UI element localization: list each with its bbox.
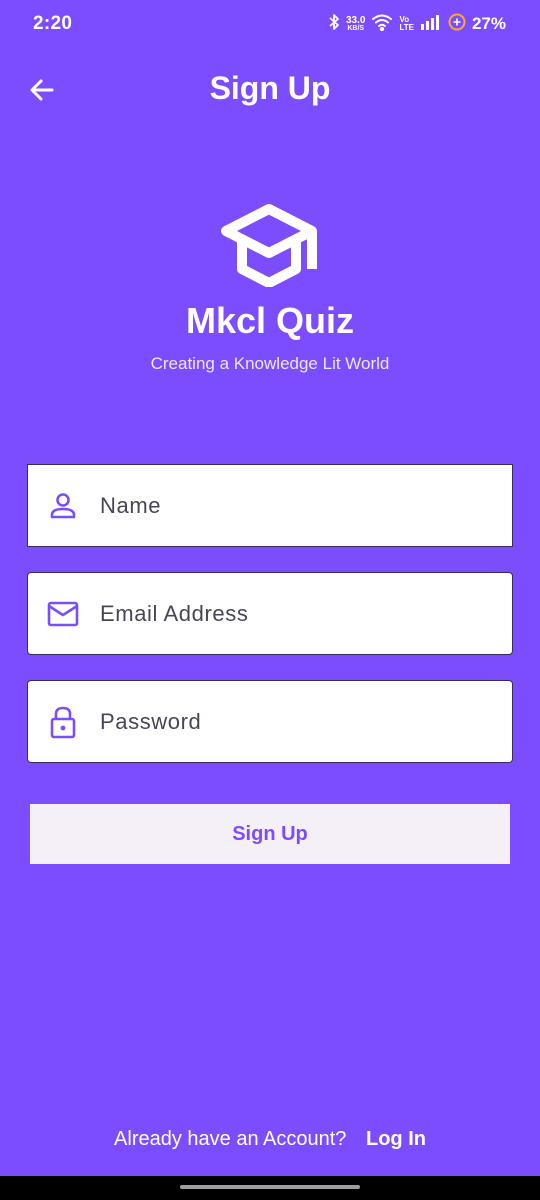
- net-speed-value: 33.0: [345, 14, 366, 26]
- lock-icon: [46, 705, 80, 739]
- login-prompt: Already have an Account? Log In: [0, 1128, 540, 1151]
- signal-icon: [420, 14, 442, 35]
- status-icons: 33.0 KB/S Vo LTE 27%: [328, 13, 506, 35]
- login-question: Already have an Account?: [114, 1128, 347, 1150]
- mail-icon: [46, 597, 80, 631]
- email-input[interactable]: [98, 599, 482, 628]
- page-title: Sign Up: [209, 70, 331, 106]
- net-speed: 33.0 KB/S: [345, 14, 366, 33]
- app-bar: Sign Up: [0, 60, 540, 120]
- name-input[interactable]: [98, 491, 482, 520]
- email-field[interactable]: [27, 572, 513, 655]
- home-gesture-handle[interactable]: [180, 1185, 360, 1189]
- app-name: Mkcl Quiz: [185, 300, 355, 341]
- sign-up-button[interactable]: Sign Up: [30, 804, 510, 864]
- bluetooth-icon: [328, 13, 340, 36]
- person-icon: [46, 489, 80, 523]
- tagline: Creating a Knowledge Lit World: [150, 354, 390, 373]
- graduation-cap-icon: [220, 203, 320, 288]
- battery-level: 27%: [471, 14, 506, 33]
- wifi-icon: [371, 13, 393, 36]
- status-time: 2:20: [33, 13, 73, 34]
- password-field[interactable]: [27, 680, 513, 763]
- battery-saver-icon: [448, 13, 466, 36]
- name-field[interactable]: [27, 464, 513, 547]
- net-speed-unit: KB/S: [347, 24, 365, 32]
- status-bar: 2:20 33.0 KB/S Vo LTE 27%: [0, 0, 540, 48]
- password-input[interactable]: [98, 707, 482, 736]
- log-in-link[interactable]: Log In: [366, 1128, 426, 1150]
- volte-icon: Vo LTE: [399, 15, 414, 32]
- system-nav-bar: [0, 1176, 540, 1200]
